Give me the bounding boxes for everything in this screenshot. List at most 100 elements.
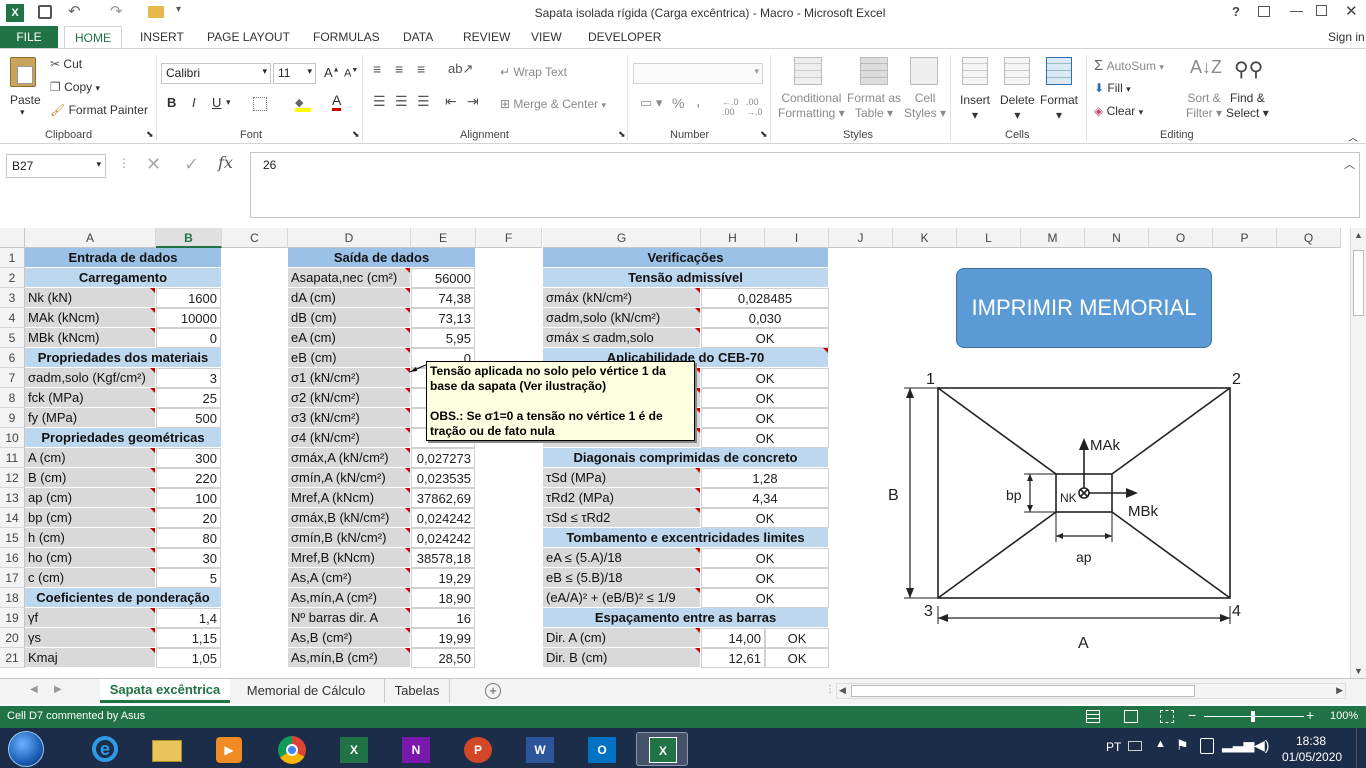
format-painter-button[interactable]: 🖌 Format Painter <box>50 103 148 117</box>
row-header-9[interactable]: 9 <box>0 408 25 428</box>
excel-logo-icon[interactable]: X <box>6 4 24 22</box>
spacing-value[interactable]: 12,61 <box>701 648 765 668</box>
network-icon[interactable]: ▂▃▅ <box>1222 736 1254 753</box>
font-color-icon[interactable]: A <box>332 93 342 111</box>
check-label[interactable]: σmáx (kN/cm²) <box>543 288 701 308</box>
underline-dropdown-icon[interactable]: ▾ <box>226 97 231 108</box>
underline-button[interactable]: U <box>212 95 221 110</box>
zoom-slider[interactable] <box>1204 711 1304 722</box>
input-label[interactable]: B (cm) <box>25 468 156 488</box>
input-value[interactable]: 0 <box>156 328 221 348</box>
comment-box[interactable]: Tensão aplicada no solo pelo vértice 1 d… <box>426 361 695 441</box>
prev-sheet-icon[interactable]: ◀ <box>30 684 38 695</box>
saida-header[interactable]: Saída de dados <box>288 248 476 268</box>
row-header-14[interactable]: 14 <box>0 508 25 528</box>
row-header-20[interactable]: 20 <box>0 628 25 648</box>
paste-button[interactable]: Paste <box>10 93 41 107</box>
format-as-table-button[interactable]: Format as Table ▾ <box>847 91 901 121</box>
check-value[interactable]: OK <box>701 368 829 388</box>
horizontal-scrollbar[interactable]: ◀ ▶ <box>836 683 1346 699</box>
orientation-icon[interactable]: ab↗ <box>448 61 473 77</box>
fill-color-icon[interactable]: ◆ <box>295 96 311 112</box>
check-value[interactable]: 0,028485 <box>701 288 829 308</box>
tray-expand-icon[interactable]: ▲ <box>1155 738 1166 750</box>
column-header-e[interactable]: E <box>411 228 476 248</box>
currency-icon[interactable]: ▭ ▾ <box>640 95 662 111</box>
output-label[interactable]: σ3 (kN/cm²) <box>288 408 411 428</box>
row-header-1[interactable]: 1 <box>0 248 25 268</box>
autosum-button[interactable]: Σ AutoSum ▾ <box>1094 57 1164 74</box>
delete-cells-icon[interactable] <box>1004 57 1030 85</box>
column-header-o[interactable]: O <box>1149 228 1213 248</box>
section-geometricas[interactable]: Propriedades geométricas <box>25 428 222 448</box>
paste-icon[interactable] <box>10 57 36 87</box>
output-value[interactable]: 18,90 <box>411 588 475 608</box>
column-header-n[interactable]: N <box>1085 228 1149 248</box>
binoculars-icon[interactable]: ⚲⚲ <box>1234 57 1263 82</box>
column-header-a[interactable]: A <box>25 228 156 248</box>
row-header-2[interactable]: 2 <box>0 268 25 288</box>
output-label[interactable]: σ4 (kN/cm²) <box>288 428 411 448</box>
tab-view[interactable]: VIEW <box>531 26 562 48</box>
keyboard-icon[interactable] <box>1128 741 1142 751</box>
scroll-down-icon[interactable]: ▼ <box>1354 666 1363 676</box>
row-header-18[interactable]: 18 <box>0 588 25 608</box>
taskbar-explorer-icon[interactable] <box>142 732 194 766</box>
customize-toolbar-icon[interactable]: ▾ <box>176 4 181 15</box>
input-label[interactable]: σadm,solo (Kgf/cm²) <box>25 368 156 388</box>
column-header-h[interactable]: H <box>701 228 765 248</box>
taskbar-excel-active-icon[interactable]: X <box>636 732 688 766</box>
zoom-in-button[interactable]: + <box>1306 707 1314 723</box>
vertical-scroll-thumb[interactable] <box>1353 250 1364 316</box>
check-label[interactable]: σmáx ≤ σadm,solo <box>543 328 701 348</box>
check-value[interactable]: 1,28 <box>701 468 829 488</box>
number-launcher-icon[interactable]: ⬊ <box>760 129 768 140</box>
check-value[interactable]: OK <box>701 508 829 528</box>
confirm-entry-icon[interactable]: ✓ <box>184 154 199 175</box>
input-value[interactable]: 1600 <box>156 288 221 308</box>
output-label[interactable]: σ1 (kN/cm²) <box>288 368 411 388</box>
output-value[interactable]: 73,13 <box>411 308 475 328</box>
horizontal-scroll-thumb[interactable] <box>851 685 1195 697</box>
output-label[interactable]: σmáx,B (kN/cm²) <box>288 508 411 528</box>
spacing-label[interactable]: Dir. A (cm) <box>543 628 701 648</box>
input-label[interactable]: ap (cm) <box>25 488 156 508</box>
row-header-11[interactable]: 11 <box>0 448 25 468</box>
check-value[interactable]: OK <box>701 428 829 448</box>
row-header-19[interactable]: 19 <box>0 608 25 628</box>
output-label[interactable]: dB (cm) <box>288 308 411 328</box>
taskbar-ie-icon[interactable]: e <box>80 732 132 766</box>
output-value[interactable]: 74,38 <box>411 288 475 308</box>
input-value[interactable]: 500 <box>156 408 221 428</box>
output-value[interactable]: 19,29 <box>411 568 475 588</box>
name-box[interactable]: B27 ▾ <box>6 154 106 178</box>
cancel-entry-icon[interactable]: ✕ <box>146 154 161 175</box>
output-label[interactable]: σmáx,A (kN/cm²) <box>288 448 411 468</box>
tab-formulas[interactable]: FORMULAS <box>313 26 380 48</box>
check-label[interactable]: τRd2 (MPa) <box>543 488 701 508</box>
input-label[interactable]: h (cm) <box>25 528 156 548</box>
row-header-8[interactable]: 8 <box>0 388 25 408</box>
output-label[interactable]: Nº barras dir. A <box>288 608 411 628</box>
column-header-k[interactable]: K <box>893 228 957 248</box>
input-value[interactable]: 80 <box>156 528 221 548</box>
output-label[interactable]: As,mín,B (cm²) <box>288 648 411 668</box>
check-label[interactable]: τSd ≤ τRd2 <box>543 508 701 528</box>
increase-decimal-icon[interactable]: ←.0.00 <box>722 97 739 117</box>
output-value[interactable]: 37862,69 <box>411 488 475 508</box>
wrap-text-button[interactable]: ↵ Wrap Text <box>500 65 567 79</box>
column-header-l[interactable]: L <box>957 228 1021 248</box>
output-value[interactable]: 0,024242 <box>411 508 475 528</box>
output-value[interactable]: 19,99 <box>411 628 475 648</box>
section-tensao[interactable]: Tensão admissível <box>543 268 829 288</box>
decrease-indent-icon[interactable]: ⇤ <box>445 93 457 110</box>
row-header-17[interactable]: 17 <box>0 568 25 588</box>
sort-filter-icon[interactable]: A↓Z <box>1190 57 1222 78</box>
save-icon[interactable] <box>38 5 52 19</box>
output-label[interactable]: σ2 (kN/cm²) <box>288 388 411 408</box>
section-tombamento[interactable]: Tombamento e excentricidades limites <box>543 528 829 548</box>
borders-icon[interactable] <box>253 97 267 111</box>
format-as-table-icon[interactable] <box>860 57 888 85</box>
input-label[interactable]: Kmaj <box>25 648 156 668</box>
sheet-tab-tabelas[interactable]: Tabelas <box>384 679 450 703</box>
